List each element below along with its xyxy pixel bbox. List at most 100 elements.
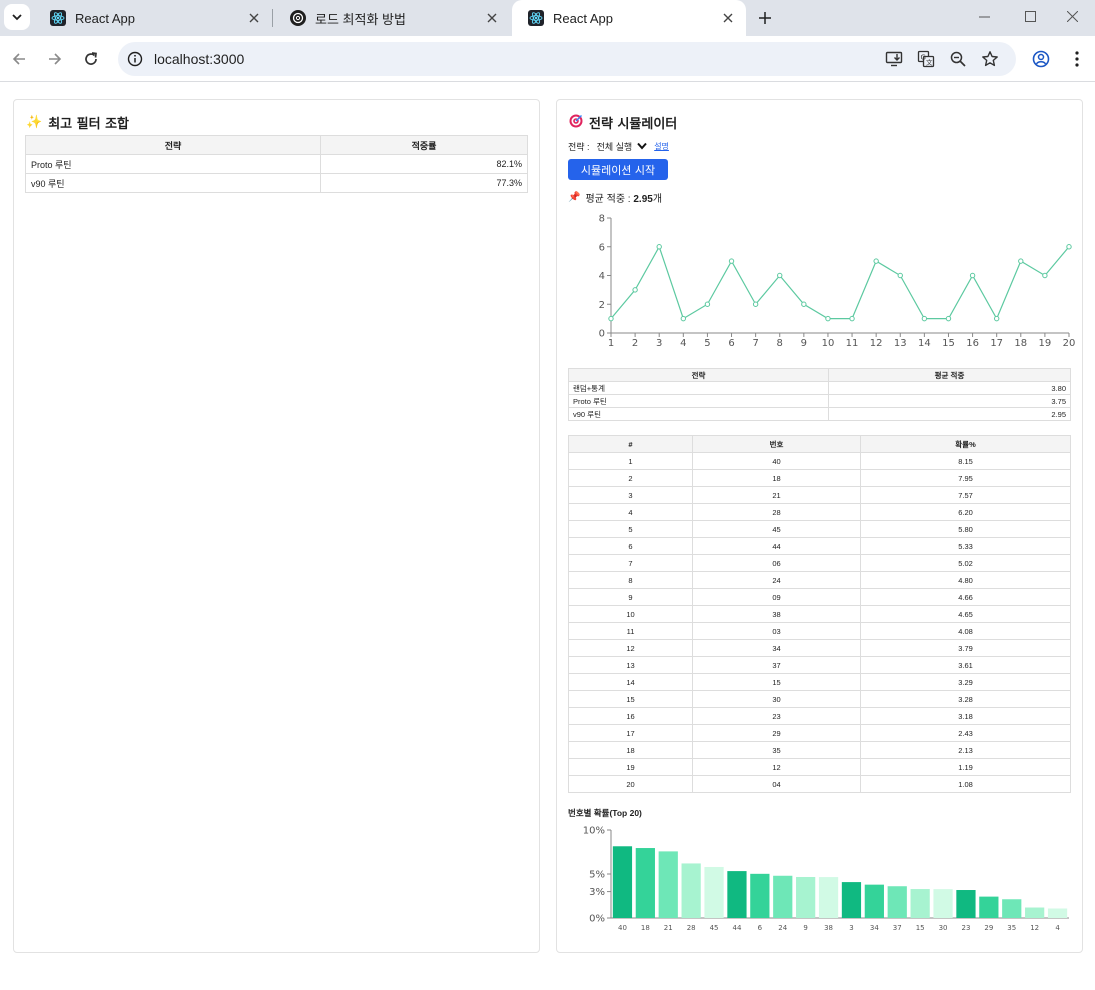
- rank-cell: 4: [568, 503, 693, 521]
- bookmark-star-icon[interactable]: [980, 49, 1000, 69]
- translate-icon[interactable]: G文: [916, 49, 936, 69]
- table-row: Proto 루틴 3.75: [568, 394, 1071, 408]
- profile-button[interactable]: [1027, 45, 1055, 73]
- x-tick-label: 30: [939, 924, 948, 932]
- probability-cell: 4.65: [860, 605, 1071, 623]
- column-header: #: [568, 435, 693, 453]
- tab-chatgpt[interactable]: 로드 최적화 방법: [274, 0, 510, 36]
- x-tick-label: 10: [822, 338, 835, 349]
- start-simulation-button[interactable]: 시뮬레이션 시작: [568, 159, 668, 180]
- rank-cell: 20: [568, 775, 693, 793]
- strategy-name-cell: Proto 루틴: [568, 394, 829, 408]
- rank-cell: 6: [568, 537, 693, 555]
- back-button[interactable]: [5, 45, 33, 73]
- table-row: 9 09 4.66: [568, 588, 1071, 606]
- tab-react-app-active[interactable]: React App: [512, 0, 746, 36]
- y-tick-label: 0: [599, 329, 605, 340]
- close-tab-icon[interactable]: [484, 10, 500, 26]
- probability-cell: 1.19: [860, 758, 1071, 776]
- data-point: [680, 315, 687, 322]
- rank-cell: 9: [568, 588, 693, 606]
- number-cell: 03: [692, 622, 861, 640]
- bar-chart-title: 번호별 확률(Top 20): [568, 808, 642, 818]
- menu-button[interactable]: [1063, 45, 1091, 73]
- table-row: 13 37 3.61: [568, 656, 1071, 674]
- rank-cell: 19: [568, 758, 693, 776]
- tab-react-app-1[interactable]: React App: [34, 0, 272, 36]
- table-row: 8 24 4.80: [568, 571, 1071, 589]
- window-close-button[interactable]: [1049, 0, 1095, 32]
- best-filter-table: 전략 적중률 Proto 루틴 82.1% v90 루틴 77.3%: [25, 135, 528, 193]
- column-header: 확률%: [860, 435, 1071, 453]
- x-tick-label: 6: [758, 924, 763, 932]
- strategy-select[interactable]: 전체 실행: [593, 138, 651, 154]
- table-row: Proto 루틴 82.1%: [25, 154, 528, 174]
- x-tick-label: 28: [687, 924, 696, 932]
- maximize-button[interactable]: [1007, 0, 1053, 32]
- strategy-average-table: 전략 평균 적중 랜덤+통계 3.80 Proto 루틴 3.75 v90 루틴 2.95: [568, 368, 1071, 421]
- tab-search-button[interactable]: [4, 4, 30, 30]
- data-point: [969, 272, 976, 279]
- x-tick-label: 1: [608, 338, 614, 349]
- x-tick-label: 3: [656, 338, 662, 349]
- number-cell: 15: [692, 673, 861, 691]
- close-tab-icon[interactable]: [246, 10, 262, 26]
- rank-cell: 16: [568, 707, 693, 725]
- table-row: v90 루틴 2.95: [568, 407, 1071, 421]
- install-app-icon[interactable]: [884, 49, 904, 69]
- x-tick-label: 34: [870, 924, 879, 932]
- bar: [887, 886, 907, 918]
- site-info-icon[interactable]: [126, 50, 144, 68]
- probability-cell: 4.08: [860, 622, 1071, 640]
- rank-cell: 17: [568, 724, 693, 742]
- column-header: 전략: [568, 368, 829, 382]
- plus-icon: [759, 12, 771, 24]
- rate-cell: 82.1%: [320, 154, 528, 174]
- data-point: [801, 301, 807, 307]
- number-cell: 21: [692, 486, 861, 504]
- probability-cell: 2.43: [860, 724, 1071, 742]
- tab-title: React App: [75, 10, 135, 26]
- tab-title: 로드 최적화 방법: [315, 11, 406, 27]
- data-point: [921, 315, 928, 322]
- address-bar[interactable]: localhost:3000 G文: [118, 42, 1016, 76]
- strategy-select-value: 전체 실행: [596, 141, 633, 152]
- x-tick-label: 18: [641, 924, 650, 932]
- panel-heading: 전략 시뮬레이터: [569, 113, 677, 132]
- table-row: 14 15 3.29: [568, 673, 1071, 691]
- reload-button[interactable]: [77, 45, 105, 73]
- minimize-button[interactable]: [961, 0, 1007, 32]
- tab-separator: [272, 9, 273, 27]
- bar: [704, 866, 724, 918]
- forward-button[interactable]: [41, 45, 69, 73]
- x-tick-label: 4: [1055, 924, 1060, 932]
- table-row: 4 28 6.20: [568, 503, 1071, 521]
- zoom-icon[interactable]: [948, 49, 968, 69]
- column-header: 번호: [692, 435, 861, 453]
- strategy-name-cell: v90 루틴: [568, 407, 829, 421]
- bar: [750, 873, 770, 918]
- close-tab-icon[interactable]: [720, 10, 736, 26]
- bar: [681, 863, 701, 918]
- data-point: [1066, 244, 1072, 250]
- bar: [818, 877, 839, 918]
- chatgpt-icon: [290, 10, 306, 26]
- data-point: [608, 315, 614, 322]
- number-cell: 34: [692, 639, 861, 657]
- sparkles-icon: ✨: [26, 115, 43, 130]
- strategy-simulator-panel: 전략 시뮬레이터 전략 : 전체 실행 설명 시뮬레이션 시작 📌 평균 적중 …: [556, 99, 1083, 953]
- probability-cell: 5.02: [860, 554, 1071, 572]
- data-point: [752, 301, 759, 307]
- panel-title: 최고 필터 조합: [48, 117, 129, 132]
- help-link[interactable]: 설명: [654, 141, 669, 152]
- y-tick-label: 3%: [589, 887, 605, 898]
- best-filter-panel: ✨ 최고 필터 조합 전략 적중률 Proto 루틴 82.1% v90 루틴 …: [13, 99, 540, 953]
- probability-table: # 번호 확률% 1 40 8.15 2 18 7.95 3 21 7.57 4 28 6.20 5 45…: [568, 435, 1071, 793]
- x-tick-label: 12: [870, 338, 883, 349]
- probability-cell: 3.79: [860, 639, 1071, 657]
- react-icon: [50, 10, 66, 26]
- table-row: 1 40 8.15: [568, 452, 1071, 470]
- rank-cell: 18: [568, 741, 693, 759]
- new-tab-button[interactable]: [752, 5, 778, 31]
- hit-line-chart: 024681 2 3 4 5 6 7 8 9 10 11 12 13 14 15 16 17 18 19 20: [599, 214, 1076, 350]
